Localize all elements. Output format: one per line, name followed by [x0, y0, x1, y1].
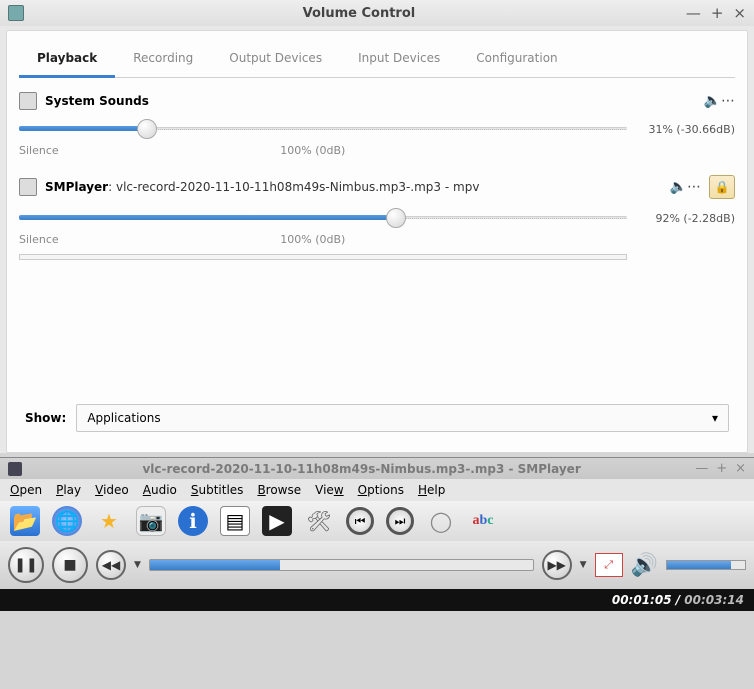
menu-view[interactable]: View	[315, 483, 344, 497]
stop-button[interactable]: ■	[52, 547, 88, 583]
rewind-button[interactable]: ◀◀	[96, 550, 126, 580]
chevron-down-icon: ▾	[712, 411, 718, 425]
window-title: Volume Control	[32, 6, 686, 21]
mute-icon[interactable]: 🔈⋯	[670, 179, 701, 195]
forward-button[interactable]: ▶▶	[542, 550, 572, 580]
stream-smplayer: SMPlayer: vlc-record-2020-11-10-11h08m49…	[19, 175, 735, 260]
time-current: 00:01:05	[612, 593, 672, 607]
minimize-button[interactable]: —	[695, 461, 708, 476]
playlist-icon[interactable]: ▤	[220, 506, 250, 536]
lock-channels-button[interactable]: 🔒	[709, 175, 735, 199]
menubar: Open Play Video Audio Subtitles Browse V…	[0, 479, 754, 501]
stream-name: SMPlayer	[45, 180, 108, 194]
slider-scale-labels: Silence 100% (0dB)	[19, 144, 735, 157]
time-sep: /	[672, 593, 685, 607]
slider-thumb[interactable]	[386, 208, 406, 228]
minimize-button[interactable]: —	[686, 4, 701, 22]
close-button[interactable]: ×	[733, 4, 746, 22]
label-silence: Silence	[19, 144, 59, 157]
window-buttons: — + ×	[695, 461, 746, 476]
volume-bar[interactable]	[666, 560, 746, 570]
volume-control-app-icon	[8, 5, 24, 21]
volume-slider[interactable]	[19, 209, 627, 227]
stream-header: System Sounds 🔈⋯	[19, 92, 735, 110]
repeat-icon[interactable]: ◯	[426, 506, 456, 536]
time-total: 00:03:14	[684, 593, 744, 607]
speaker-icon[interactable]: 🔊	[631, 553, 658, 578]
stream-subtitle: : vlc-record-2020-11-10-11h08m49s-Nimbus…	[108, 180, 479, 194]
smplayer-app-icon	[19, 178, 37, 196]
level-meter	[19, 254, 627, 260]
menu-play[interactable]: Play	[56, 483, 81, 497]
label-100pct: 100% (0dB)	[280, 144, 345, 157]
volume-fill	[667, 561, 731, 569]
info-icon[interactable]: ℹ	[178, 506, 208, 536]
tab-configuration[interactable]: Configuration	[458, 41, 575, 77]
tab-input-devices[interactable]: Input Devices	[340, 41, 458, 77]
menu-browse[interactable]: Browse	[257, 483, 301, 497]
system-sounds-icon	[19, 92, 37, 110]
forward-menu-icon[interactable]: ▼	[580, 560, 587, 570]
slider-thumb[interactable]	[137, 119, 157, 139]
tab-bar: Playback Recording Output Devices Input …	[19, 41, 735, 78]
show-label: Show:	[25, 411, 66, 425]
menu-video[interactable]: Video	[95, 483, 129, 497]
rewind-menu-icon[interactable]: ▼	[134, 560, 141, 570]
close-button[interactable]: ×	[735, 461, 746, 476]
show-select-value: Applications	[87, 411, 160, 425]
seek-bar[interactable]	[149, 559, 534, 571]
favorites-icon[interactable]: ★	[94, 506, 124, 536]
menu-help[interactable]: Help	[418, 483, 445, 497]
volume-slider-row: 92% (-2.28dB)	[19, 209, 735, 227]
youtube-icon[interactable]: ▶	[262, 506, 292, 536]
stream-system-sounds: System Sounds 🔈⋯ 31% (-30.66dB) Silence …	[19, 92, 735, 157]
slider-scale-labels: Silence 100% (0dB)	[19, 233, 735, 246]
smplayer-window: vlc-record-2020-11-10-11h08m49s-Nimbus.m…	[0, 457, 754, 611]
maximize-button[interactable]: +	[711, 4, 724, 22]
volume-readout: 92% (-2.28dB)	[639, 212, 735, 225]
sm-titlebar[interactable]: vlc-record-2020-11-10-11h08m49s-Nimbus.m…	[0, 457, 754, 479]
stream-header: SMPlayer: vlc-record-2020-11-10-11h08m49…	[19, 175, 735, 199]
open-file-icon[interactable]: 📂	[10, 506, 40, 536]
subtitle-download-icon[interactable]: abc	[468, 506, 498, 536]
volume-slider[interactable]	[19, 120, 627, 138]
volume-slider-row: 31% (-30.66dB)	[19, 120, 735, 138]
mute-icon[interactable]: 🔈⋯	[704, 93, 735, 109]
next-track-icon[interactable]: ⏭	[386, 507, 414, 535]
show-filter-row: Show: Applications ▾	[19, 400, 735, 436]
stream-name: System Sounds	[45, 94, 149, 108]
show-select[interactable]: Applications ▾	[76, 404, 729, 432]
window-buttons: — + ×	[686, 4, 746, 22]
window-title: vlc-record-2020-11-10-11h08m49s-Nimbus.m…	[28, 462, 695, 476]
playback-controls: ❚❚ ■ ◀◀ ▼ ▶▶ ▼ ⤢ 🔊	[0, 541, 754, 589]
fullscreen-button[interactable]: ⤢	[595, 553, 623, 577]
menu-options[interactable]: Options	[358, 483, 404, 497]
smplayer-app-icon	[8, 462, 22, 476]
vc-titlebar[interactable]: Volume Control — + ×	[0, 0, 754, 26]
tab-playback[interactable]: Playback	[19, 41, 115, 78]
label-silence: Silence	[19, 233, 59, 246]
vc-body: Playback Recording Output Devices Input …	[6, 30, 748, 453]
status-bar: 00:01:05 / 00:03:14	[0, 589, 754, 611]
maximize-button[interactable]: +	[716, 461, 727, 476]
open-url-icon[interactable]: 🌐	[52, 506, 82, 536]
tab-output-devices[interactable]: Output Devices	[211, 41, 340, 77]
screenshot-icon[interactable]: 📷	[136, 506, 166, 536]
menu-audio[interactable]: Audio	[143, 483, 177, 497]
pause-button[interactable]: ❚❚	[8, 547, 44, 583]
seek-fill	[150, 560, 280, 570]
toolbar: 📂 🌐 ★ 📷 ℹ ▤ ▶ 🛠 ⏮ ⏭ ◯ abc	[0, 501, 754, 541]
prev-track-icon[interactable]: ⏮	[346, 507, 374, 535]
preferences-icon[interactable]: 🛠	[304, 506, 334, 536]
volume-control-window: Volume Control — + × Playback Recording …	[0, 0, 754, 453]
menu-subtitles[interactable]: Subtitles	[191, 483, 244, 497]
tab-recording[interactable]: Recording	[115, 41, 211, 77]
volume-readout: 31% (-30.66dB)	[639, 123, 735, 136]
stream-name-wrap: SMPlayer: vlc-record-2020-11-10-11h08m49…	[45, 180, 479, 194]
menu-open[interactable]: Open	[10, 483, 42, 497]
label-100pct: 100% (0dB)	[280, 233, 345, 246]
